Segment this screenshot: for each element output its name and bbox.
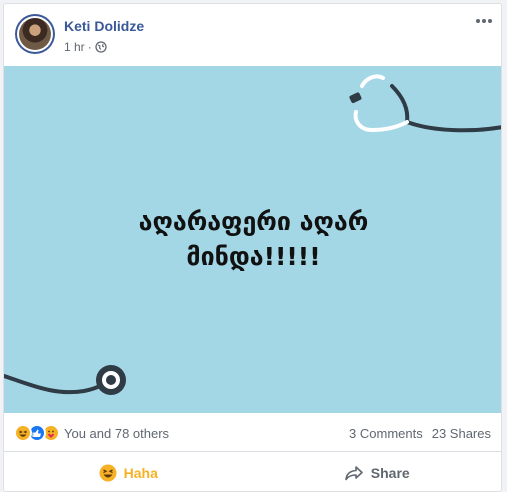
meta-separator: ·: [87, 40, 92, 54]
avatar[interactable]: [15, 14, 55, 54]
share-label: Share: [370, 465, 410, 481]
author-name[interactable]: Keti Dolidze: [64, 18, 144, 34]
post-text-line-1: აღარაფერი აღარ: [138, 207, 369, 236]
share-icon: [344, 466, 363, 481]
post-card: Keti Dolidze 1 hr · აღარაფერი აღარ მინდა…: [3, 3, 502, 492]
haha-icon: [99, 464, 117, 482]
engagement-counts: 3 Comments 23 Shares: [349, 426, 491, 441]
reactions-label[interactable]: You and 78 others: [64, 426, 169, 441]
reactions-summary[interactable]: You and 78 others: [14, 424, 169, 442]
globe-icon[interactable]: [95, 41, 107, 53]
more-horizontal-icon[interactable]: [475, 16, 493, 26]
post-text: აღარაფერი აღარ მინდა!!!!!: [4, 204, 501, 274]
comments-count[interactable]: 3 Comments: [349, 426, 423, 441]
reaction-label: Haha: [123, 465, 158, 481]
post-header: Keti Dolidze 1 hr ·: [4, 4, 501, 66]
haha-icon: [14, 424, 32, 442]
post-actions: Haha Share: [4, 453, 502, 491]
shares-count[interactable]: 23 Shares: [432, 426, 491, 441]
post-image[interactable]: აღარაფერი აღარ მინდა!!!!!: [4, 66, 501, 413]
post-meta: 1 hr ·: [64, 40, 107, 54]
post-time[interactable]: 1 hr: [64, 40, 85, 54]
post-stats: You and 78 others 3 Comments 23 Shares: [4, 414, 501, 452]
reaction-button[interactable]: Haha: [4, 453, 253, 491]
share-button[interactable]: Share: [253, 453, 502, 491]
post-text-line-2: მინდა!!!!!: [186, 242, 321, 271]
